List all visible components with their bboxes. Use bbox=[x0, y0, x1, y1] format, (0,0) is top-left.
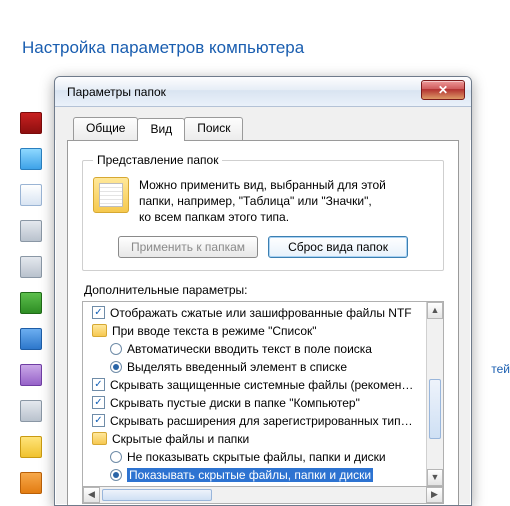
close-button[interactable]: ✕ bbox=[421, 80, 465, 100]
truncated-link-text[interactable]: тей bbox=[491, 362, 510, 376]
scroll-track[interactable] bbox=[427, 319, 443, 469]
tree-item[interactable]: Скрывать защищенные системные файлы (рек… bbox=[83, 376, 426, 394]
sidebar-icon[interactable] bbox=[20, 436, 42, 458]
checkbox-icon[interactable] bbox=[92, 378, 105, 391]
tree-item-label: Скрывать защищенные системные файлы (рек… bbox=[110, 378, 413, 392]
radio-icon[interactable] bbox=[110, 361, 122, 373]
group-description: Можно применить вид, выбранный для этой … bbox=[139, 177, 386, 226]
tree-item-label: Автоматически вводить текст в поле поиск… bbox=[127, 342, 372, 356]
sidebar-icon[interactable] bbox=[20, 184, 42, 206]
folder-options-dialog: Параметры папок ✕ Общие Вид Поиск Предст… bbox=[54, 76, 472, 506]
folder-icon bbox=[92, 432, 107, 445]
sidebar-icon[interactable] bbox=[20, 472, 42, 494]
tab-panel-view: Представление папок Можно применить вид,… bbox=[67, 140, 459, 506]
folder-view-group: Представление папок Можно применить вид,… bbox=[82, 153, 444, 271]
tree-item-label: Отображать сжатые или зашифрованные файл… bbox=[110, 306, 412, 320]
horizontal-scrollbar[interactable]: ◀ ▶ bbox=[82, 487, 444, 504]
folder-views-icon bbox=[93, 177, 129, 213]
tree-item[interactable]: Скрывать пустые диски в папке "Компьютер… bbox=[83, 394, 426, 412]
scroll-track[interactable] bbox=[100, 487, 426, 503]
sidebar-icon[interactable] bbox=[20, 364, 42, 386]
page-title: Настройка параметров компьютера bbox=[22, 38, 304, 58]
vertical-scrollbar[interactable]: ▲ ▼ bbox=[426, 302, 443, 486]
tab-search[interactable]: Поиск bbox=[184, 117, 243, 140]
tree-item-label: Показывать скрытые файлы, папки и диски bbox=[127, 468, 373, 482]
sidebar-icon[interactable] bbox=[20, 220, 42, 242]
tree-item[interactable]: Отображать сжатые или зашифрованные файл… bbox=[83, 304, 426, 322]
tree-item-label: Скрывать пустые диски в папке "Компьютер… bbox=[110, 396, 360, 410]
checkbox-icon[interactable] bbox=[92, 306, 105, 319]
folder-icon bbox=[92, 324, 107, 337]
advanced-settings-tree: Отображать сжатые или зашифрованные файл… bbox=[82, 301, 444, 487]
sidebar-icon[interactable] bbox=[20, 148, 42, 170]
group-text-line: Можно применить вид, выбранный для этой bbox=[139, 177, 386, 193]
group-legend: Представление папок bbox=[93, 153, 222, 167]
scroll-thumb[interactable] bbox=[102, 489, 212, 501]
tree-item-label: Не показывать скрытые файлы, папки и дис… bbox=[127, 450, 386, 464]
scroll-right-button[interactable]: ▶ bbox=[426, 487, 443, 503]
group-text-line: ко всем папкам этого типа. bbox=[139, 209, 386, 225]
dialog-titlebar[interactable]: Параметры папок ✕ bbox=[55, 77, 471, 107]
tree-item[interactable]: Не показывать скрытые файлы, папки и дис… bbox=[83, 448, 426, 466]
sidebar-icon[interactable] bbox=[20, 400, 42, 422]
scroll-left-button[interactable]: ◀ bbox=[83, 487, 100, 503]
tree-item-label: При вводе текста в режиме "Список" bbox=[112, 324, 317, 338]
scroll-thumb[interactable] bbox=[429, 379, 441, 439]
tab-view[interactable]: Вид bbox=[137, 118, 185, 141]
scroll-up-button[interactable]: ▲ bbox=[427, 302, 443, 319]
reset-folders-button[interactable]: Сброс вида папок bbox=[268, 236, 408, 258]
sidebar-icon[interactable] bbox=[20, 112, 42, 134]
radio-icon[interactable] bbox=[110, 469, 122, 481]
tree-viewport[interactable]: Отображать сжатые или зашифрованные файл… bbox=[83, 302, 426, 486]
radio-icon[interactable] bbox=[110, 343, 122, 355]
tree-item[interactable]: При вводе текста в режиме "Список" bbox=[83, 322, 426, 340]
tree-item-label: Скрытые файлы и папки bbox=[112, 432, 249, 446]
tree-item[interactable]: Автоматически вводить текст в поле поиск… bbox=[83, 340, 426, 358]
tab-strip: Общие Вид Поиск bbox=[55, 107, 471, 140]
tree-item-label: Скрывать расширения для зарегистрированн… bbox=[110, 414, 413, 428]
dialog-title: Параметры папок bbox=[67, 85, 166, 99]
checkbox-icon[interactable] bbox=[92, 414, 105, 427]
tab-general[interactable]: Общие bbox=[73, 117, 138, 140]
apply-to-folders-button: Применить к папкам bbox=[118, 236, 258, 258]
sidebar-icon[interactable] bbox=[20, 328, 42, 350]
sidebar-icon[interactable] bbox=[20, 292, 42, 314]
tree-item[interactable]: Скрытые файлы и папки bbox=[83, 430, 426, 448]
scroll-down-button[interactable]: ▼ bbox=[427, 469, 443, 486]
tree-item-label: Выделять введенный элемент в списке bbox=[127, 360, 347, 374]
tree-item[interactable]: Скрывать расширения для зарегистрированн… bbox=[83, 412, 426, 430]
control-panel-icon-column bbox=[20, 112, 44, 494]
close-icon: ✕ bbox=[438, 83, 448, 97]
tree-item[interactable]: Выделять введенный элемент в списке bbox=[83, 358, 426, 376]
radio-icon[interactable] bbox=[110, 451, 122, 463]
advanced-settings-label: Дополнительные параметры: bbox=[84, 283, 444, 297]
sidebar-icon[interactable] bbox=[20, 256, 42, 278]
checkbox-icon[interactable] bbox=[92, 396, 105, 409]
group-text-line: папки, например, "Таблица" или "Значки", bbox=[139, 193, 386, 209]
tree-item-selected[interactable]: Показывать скрытые файлы, папки и диски bbox=[83, 466, 426, 484]
